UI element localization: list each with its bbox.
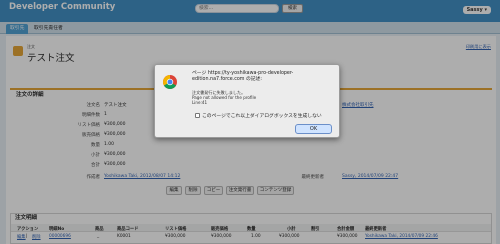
suppress-dialogs-label: このページでこれ以上ダイアログボックスを生成しない — [202, 114, 322, 119]
ok-button[interactable]: OK — [295, 124, 332, 134]
chrome-logo-icon — [163, 75, 177, 89]
dialog-message: ページ https://ty-yoshikawa-pro-developer-e… — [192, 71, 294, 82]
suppress-dialogs-option[interactable]: このページでこれ以上ダイアログボックスを生成しない — [195, 112, 322, 119]
dialog-detail-line: Line:41 — [192, 100, 208, 105]
suppress-dialogs-checkbox[interactable] — [195, 113, 200, 118]
alert-dialog: ページ https://ty-yoshikawa-pro-developer-e… — [154, 64, 340, 138]
dialog-detail: 注文書発行に失敗しました。 Page not allowed for the p… — [192, 90, 340, 105]
